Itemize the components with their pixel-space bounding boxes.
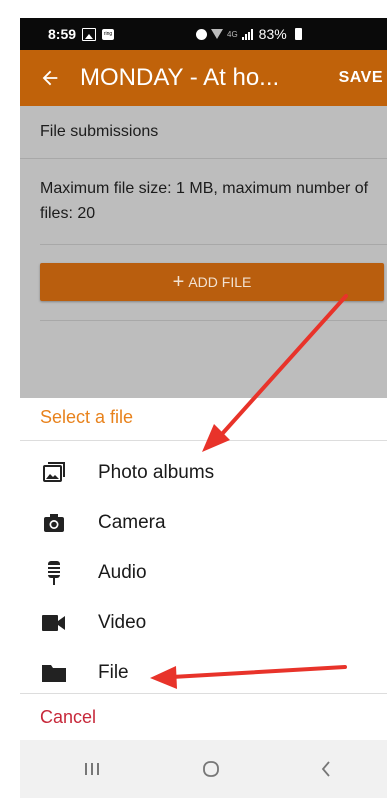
select-file-sheet: Select a file Photo albums Camera Audio … (20, 398, 387, 740)
back-nav-button[interactable] (306, 749, 346, 789)
plus-icon: + (172, 271, 185, 293)
section-title: File submissions (40, 123, 159, 140)
page-title: MONDAY - At ho... (80, 64, 280, 91)
divider (40, 320, 387, 321)
home-icon (203, 761, 219, 777)
divider (20, 440, 387, 441)
navigation-bar (20, 740, 387, 798)
file-submissions-panel: File submissions Maximum file size: 1 MB… (20, 106, 387, 398)
network-type-label: 4G (227, 29, 238, 39)
chevron-left-icon (321, 761, 330, 777)
save-button[interactable]: SAVE (339, 69, 383, 87)
gallery-notification-icon (82, 27, 97, 41)
option-label: Video (98, 612, 147, 633)
recent-apps-button[interactable] (72, 749, 112, 789)
add-file-button[interactable]: + ADD FILE (40, 263, 384, 301)
battery-percentage: 83% (258, 26, 287, 42)
option-label: Audio (98, 562, 147, 583)
add-file-label: ADD FILE (188, 274, 252, 290)
divider (20, 158, 387, 159)
back-arrow-icon (42, 70, 58, 86)
photo-albums-icon (40, 459, 68, 487)
camera-icon (40, 509, 68, 537)
option-label: Camera (98, 512, 166, 533)
video-camera-icon (40, 609, 68, 637)
file-limits-info: Maximum file size: 1 MB, maximum number … (40, 180, 369, 222)
folder-icon (40, 659, 68, 687)
sheet-title: Select a file (40, 407, 134, 427)
status-time: 8:59 (48, 26, 77, 42)
divider (40, 244, 387, 245)
signal-icon (241, 28, 253, 40)
back-button[interactable] (36, 64, 64, 92)
option-audio[interactable]: Audio (20, 548, 387, 598)
option-video[interactable]: Video (20, 598, 387, 648)
option-camera[interactable]: Camera (20, 498, 387, 548)
alarm-icon (196, 28, 207, 40)
recent-apps-icon (85, 763, 99, 775)
option-label: Photo albums (98, 462, 215, 483)
microphone-icon (40, 559, 68, 587)
cancel-button[interactable]: Cancel (40, 694, 96, 740)
status-right-group: 4G 83% (196, 26, 302, 42)
option-photo-albums[interactable]: Photo albums (20, 448, 387, 498)
wifi-icon (211, 29, 223, 39)
option-file[interactable]: File (20, 648, 387, 698)
home-button[interactable] (191, 749, 231, 789)
status-bar: 8:59 ring 4G 83% (20, 18, 387, 50)
option-label: File (98, 662, 129, 683)
battery-icon (294, 28, 302, 40)
message-notification-icon: ring (102, 28, 115, 40)
app-bar: MONDAY - At ho... SAVE (20, 50, 387, 106)
